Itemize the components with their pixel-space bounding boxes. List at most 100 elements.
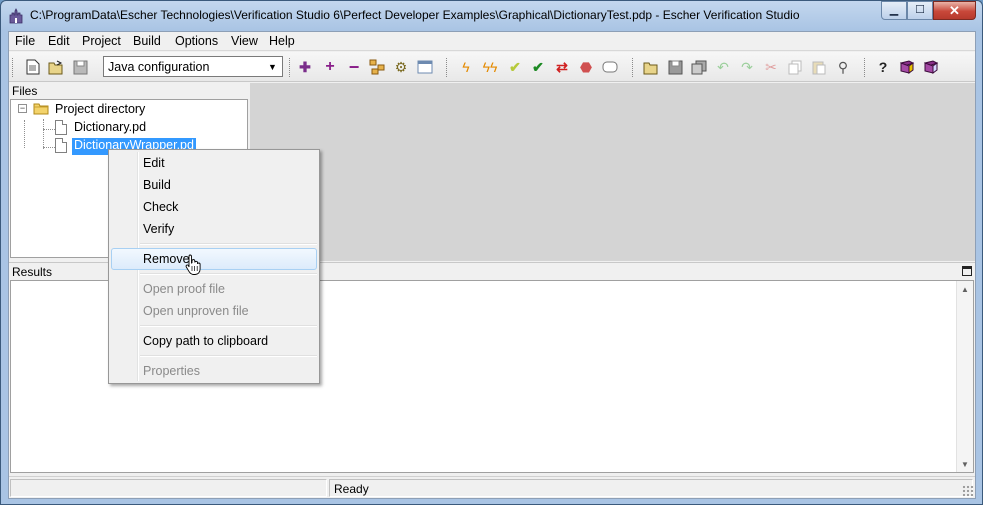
dependencies-icon[interactable]: [367, 57, 387, 77]
collapse-icon[interactable]: −: [18, 104, 27, 113]
close-button[interactable]: ✕: [933, 1, 976, 20]
check-icon[interactable]: ✔: [505, 57, 525, 77]
status-pane-main: Ready: [329, 479, 973, 497]
toolbar-grip[interactable]: [446, 58, 449, 77]
tree-item-project-directory[interactable]: Project directory: [55, 102, 145, 119]
tree-line: [43, 119, 44, 149]
window-icon[interactable]: [415, 57, 435, 77]
menu-item-label: Copy path to clipboard: [143, 334, 269, 348]
editor-area: [250, 83, 975, 261]
context-menu-check[interactable]: Check: [111, 196, 317, 218]
context-menu-verify[interactable]: Verify: [111, 218, 317, 240]
menu-item-label: Build: [143, 178, 171, 192]
files-panel-title: Files: [9, 83, 249, 99]
menu-item-label: Verify: [143, 222, 175, 236]
copy-icon[interactable]: [785, 57, 805, 77]
tree-line: [24, 120, 25, 148]
help-icon[interactable]: ?: [873, 57, 893, 77]
window-title: C:\ProgramData\Escher Technologies\Verif…: [30, 8, 800, 22]
minimize-icon: ▁: [889, 4, 899, 16]
results-panel-title: Results: [12, 265, 53, 279]
menu-separator: [140, 243, 317, 245]
status-text: Ready: [334, 482, 369, 496]
castle-app-icon[interactable]: [8, 8, 24, 24]
toolbar-grip[interactable]: [289, 58, 292, 77]
hand-cursor-icon: [185, 254, 201, 275]
open-icon[interactable]: [46, 57, 66, 77]
menu-build[interactable]: Build: [133, 34, 161, 48]
scroll-down-icon[interactable]: ▼: [957, 456, 973, 472]
menu-item-label: Open unproven file: [143, 304, 249, 318]
new-file-icon[interactable]: [23, 57, 43, 77]
context-menu: Edit Build Check Verify Remove Open proo…: [108, 149, 320, 384]
menu-separator: [140, 273, 317, 275]
build-icon[interactable]: ϟ: [456, 57, 476, 77]
context-menu-remove[interactable]: Remove: [111, 248, 317, 270]
book-2-icon[interactable]: [921, 57, 941, 77]
maximize-icon: ☐: [915, 4, 925, 16]
toolbar-grip[interactable]: [632, 58, 635, 77]
menu-file[interactable]: File: [15, 34, 35, 48]
tree-item-file[interactable]: Dictionary.pd: [74, 120, 146, 137]
stop-icon[interactable]: ⬣: [576, 57, 596, 77]
rebuild-icon[interactable]: ϟϟ: [480, 57, 500, 77]
caption-buttons: ▁ ☐ ✕: [881, 1, 976, 21]
menu-edit[interactable]: Edit: [48, 34, 70, 48]
save-icon[interactable]: [70, 57, 90, 77]
save-all-icon[interactable]: [665, 57, 685, 77]
add-icon[interactable]: +: [320, 57, 340, 77]
menu-separator: [140, 325, 317, 327]
book-icon[interactable]: [897, 57, 917, 77]
context-menu-open-unproven-file[interactable]: Open unproven file: [111, 300, 317, 322]
minimize-button[interactable]: ▁: [881, 1, 907, 20]
menu-view[interactable]: View: [231, 34, 258, 48]
context-menu-open-proof-file[interactable]: Open proof file: [111, 278, 317, 300]
folder-icon: [33, 103, 49, 115]
menu-item-label: Open proof file: [143, 282, 225, 296]
file-icon: [55, 120, 67, 135]
menu-separator: [140, 355, 317, 357]
cut-icon[interactable]: ✂: [761, 57, 781, 77]
toolbar-grip[interactable]: [12, 58, 15, 77]
menu-item-label: Check: [143, 200, 179, 214]
menu-item-label: Edit: [143, 156, 165, 170]
configuration-value: Java configuration: [108, 60, 210, 74]
scroll-up-icon[interactable]: ▲: [957, 281, 973, 297]
app-window: C:\ProgramData\Escher Technologies\Verif…: [0, 0, 983, 505]
settings-icon[interactable]: ⚙: [391, 57, 411, 77]
menu-project[interactable]: Project: [82, 34, 121, 48]
status-bar: Ready: [9, 476, 975, 498]
close-icon: ✕: [949, 3, 960, 18]
menu-options[interactable]: Options: [175, 34, 218, 48]
chevron-down-icon[interactable]: ▼: [266, 60, 279, 73]
toolbar-grip[interactable]: [864, 58, 867, 77]
remove-icon[interactable]: −: [344, 57, 364, 77]
menu-item-label: Properties: [143, 364, 200, 378]
refresh-icon[interactable]: ⇄: [552, 57, 572, 77]
menu-help[interactable]: Help: [269, 34, 295, 48]
blank-icon[interactable]: [600, 57, 620, 77]
context-menu-properties[interactable]: Properties: [111, 360, 317, 382]
maximize-button[interactable]: ☐: [907, 1, 933, 20]
redo-icon[interactable]: ↷: [737, 57, 757, 77]
title-bar[interactable]: C:\ProgramData\Escher Technologies\Verif…: [1, 1, 982, 31]
menu-item-label: Remove: [143, 252, 190, 266]
tree-line: [43, 147, 55, 148]
resize-grip-icon[interactable]: [962, 485, 974, 497]
find-icon[interactable]: ⚲: [833, 57, 853, 77]
open-folder-icon[interactable]: [641, 57, 661, 77]
context-menu-edit[interactable]: Edit: [111, 152, 317, 174]
menu-bar: File Edit Project Build Options View Hel…: [9, 32, 975, 51]
restore-pane-icon[interactable]: [962, 266, 972, 276]
new-item-icon[interactable]: ✚: [295, 57, 315, 77]
undo-icon[interactable]: ↶: [713, 57, 733, 77]
toolbar: Java configuration ▼ ✚ + − ⚙ ϟ ϟϟ ✔ ✔ ⇄ …: [9, 52, 975, 82]
vertical-scrollbar[interactable]: ▲ ▼: [956, 281, 973, 472]
file-icon: [55, 138, 67, 153]
context-menu-copy-path[interactable]: Copy path to clipboard: [111, 330, 317, 352]
paste-icon[interactable]: [809, 57, 829, 77]
configuration-select[interactable]: Java configuration ▼: [103, 56, 283, 77]
verify-icon[interactable]: ✔: [528, 57, 548, 77]
copy-pages-icon[interactable]: [689, 57, 709, 77]
context-menu-build[interactable]: Build: [111, 174, 317, 196]
